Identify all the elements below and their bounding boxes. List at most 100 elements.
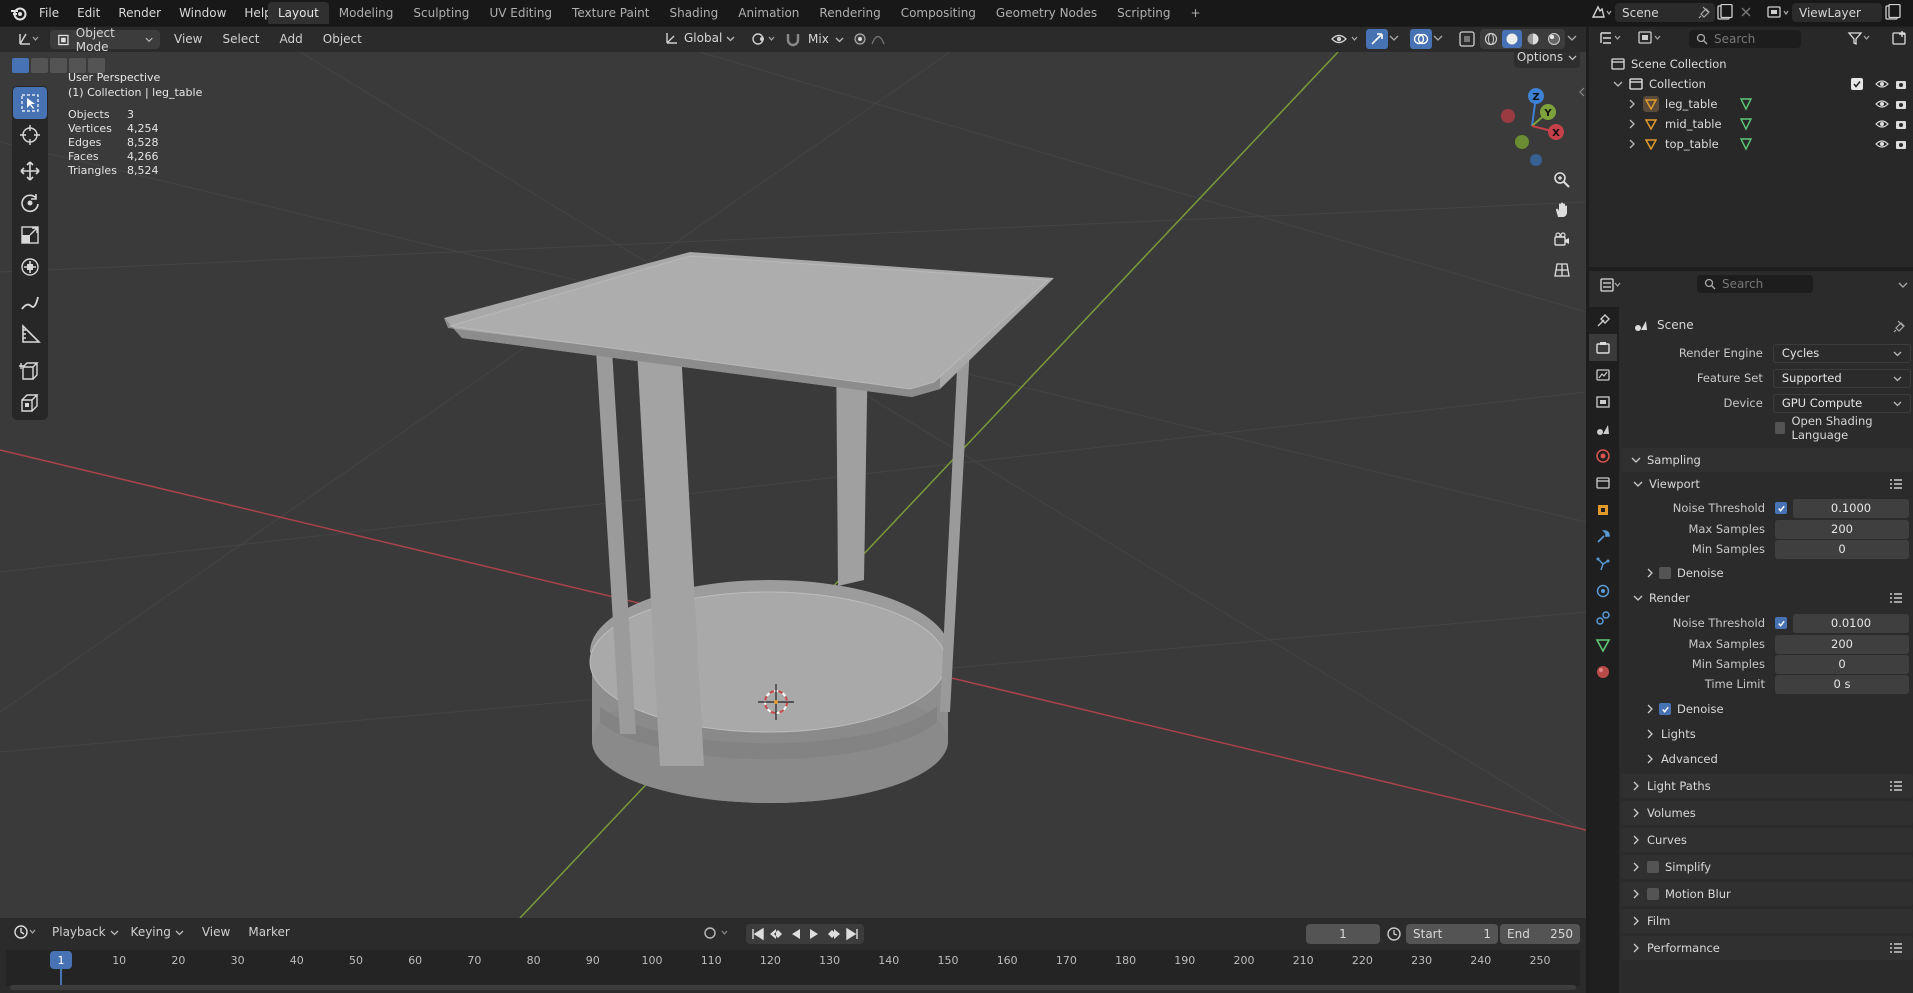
osl-checkbox[interactable] [1775,422,1786,434]
chevron-right-icon[interactable] [1627,99,1637,109]
r-denoise-checkbox[interactable] [1659,703,1671,715]
blender-logo-icon[interactable] [10,5,28,21]
transform-tool[interactable] [13,251,47,283]
tab-uv-editing[interactable]: UV Editing [479,2,562,24]
camera-render-icon[interactable] [1895,118,1907,130]
xray-toggle-icon[interactable] [1458,30,1476,48]
camera-render-icon[interactable] [1895,98,1907,110]
simplify-checkbox[interactable] [1647,861,1659,873]
select-subtract-icon[interactable] [50,58,67,73]
viewport-subpanel-header[interactable]: Viewport [1633,473,1903,495]
film-panel-header[interactable]: Film [1621,909,1913,933]
sidebar-toggle-icon[interactable] [1578,82,1586,102]
outliner-row-object[interactable]: top_table [1589,134,1913,154]
tab-animation[interactable]: Animation [728,2,809,24]
solid-shading-icon[interactable] [1502,30,1522,48]
chevron-right-icon[interactable] [1627,139,1637,149]
end-frame-field[interactable]: End 250 [1500,924,1580,944]
particles-tab-icon[interactable] [1589,550,1617,577]
editor-type-icon[interactable] [16,30,42,48]
menu-keying[interactable]: Keying [125,922,190,942]
select-extend-icon[interactable] [31,58,48,73]
vp-max-field[interactable]: 200 [1775,519,1909,539]
play-icon[interactable] [806,927,822,941]
tool-tab-icon[interactable] [1589,307,1617,334]
scene-type-icon[interactable] [1590,4,1612,21]
material-tab-icon[interactable] [1589,658,1617,685]
view-layer-tab-icon[interactable] [1589,388,1617,415]
preview-range-icon[interactable] [1386,926,1402,942]
render-engine-dropdown[interactable]: Cycles [1772,343,1911,363]
chevron-right-icon[interactable] [1627,119,1637,129]
device-dropdown[interactable]: GPU Compute [1772,393,1911,413]
mesh-data-icon[interactable] [1739,137,1753,151]
new-scene-icon[interactable] [1716,4,1734,21]
filter-icon[interactable] [1847,30,1873,46]
menu-view[interactable]: View [168,29,208,49]
menu-marker[interactable]: Marker [242,922,295,942]
start-frame-field[interactable]: Start 1 [1406,924,1498,944]
transform-orientation[interactable]: Global [664,30,735,46]
gizmo-toggle-icon[interactable] [1366,29,1388,49]
r-noise-checkbox[interactable] [1775,617,1787,629]
pin-icon[interactable] [1698,5,1712,19]
mesh-data-icon[interactable] [1739,117,1753,131]
chevron-down-icon[interactable] [1388,32,1400,44]
tab-modeling[interactable]: Modeling [329,2,404,24]
feature-set-dropdown[interactable]: Supported [1772,368,1911,388]
annotate-tool[interactable] [13,287,47,319]
camera-render-icon[interactable] [1895,78,1907,90]
options-button[interactable]: Options [1514,52,1580,68]
outliner-editor-icon[interactable] [1599,30,1625,46]
menu-view-timeline[interactable]: View [196,922,236,942]
chevron-down-icon[interactable] [1897,279,1909,291]
camera-render-icon[interactable] [1895,138,1907,150]
eye-icon[interactable] [1875,118,1889,130]
add-workspace-button[interactable]: + [1181,2,1211,24]
preset-list-icon[interactable] [1889,941,1903,955]
scene-tab-icon[interactable] [1589,415,1617,442]
extrude-tool[interactable] [13,387,47,419]
tab-scripting[interactable]: Scripting [1107,2,1180,24]
render-tab-icon[interactable] [1589,334,1617,361]
auto-keying-icon[interactable] [702,925,732,941]
chevron-down-icon[interactable] [1566,32,1578,44]
world-tab-icon[interactable] [1589,442,1617,469]
vp-noise-field[interactable]: 0.1000 [1793,498,1909,518]
light-paths-panel-header[interactable]: Light Paths [1621,774,1913,798]
advanced-subpanel-header[interactable]: Advanced [1645,748,1718,770]
lights-subpanel-header[interactable]: Lights [1645,723,1696,745]
tab-shading[interactable]: Shading [659,2,728,24]
overlays-toggle-icon[interactable] [1410,29,1432,49]
outliner-search-input[interactable]: Search [1689,30,1801,48]
rendered-shading-icon[interactable] [1544,30,1564,48]
playhead[interactable]: 1 [50,951,72,969]
perspective-grid-icon[interactable] [1548,256,1576,284]
pan-hand-icon[interactable] [1548,196,1576,224]
view-layer-icon[interactable] [1766,4,1792,21]
wireframe-shading-icon[interactable] [1481,30,1501,48]
timeline-scrollbar[interactable] [10,985,1576,990]
scale-tool[interactable] [13,219,47,251]
view-layer-selector[interactable]: ViewLayer [1792,3,1882,22]
mode-selector[interactable]: Object Mode [50,26,160,54]
data-tab-icon[interactable] [1589,631,1617,658]
zoom-icon[interactable] [1548,166,1576,194]
motion-blur-panel-header[interactable]: Motion Blur [1621,882,1913,906]
mesh-data-icon[interactable] [1739,97,1753,111]
preset-list-icon[interactable] [1889,591,1903,605]
vp-denoise-subpanel-header[interactable]: Denoise [1645,562,1724,584]
osl-row[interactable]: Open Shading Language [1775,414,1913,442]
eye-icon[interactable] [1875,98,1889,110]
render-subpanel-header[interactable]: Render [1633,587,1903,609]
outliner-row-collection[interactable]: Collection [1589,74,1913,94]
outliner-row-object[interactable]: leg_table [1589,94,1913,114]
exclude-checkbox[interactable] [1851,78,1863,90]
collection-tab-icon[interactable] [1589,469,1617,496]
motion-blur-checkbox[interactable] [1647,888,1659,900]
jump-end-icon[interactable] [844,927,860,941]
menu-object[interactable]: Object [317,29,368,49]
output-tab-icon[interactable] [1589,361,1617,388]
tab-sculpting[interactable]: Sculpting [403,2,479,24]
select-box-tool[interactable] [13,87,47,119]
